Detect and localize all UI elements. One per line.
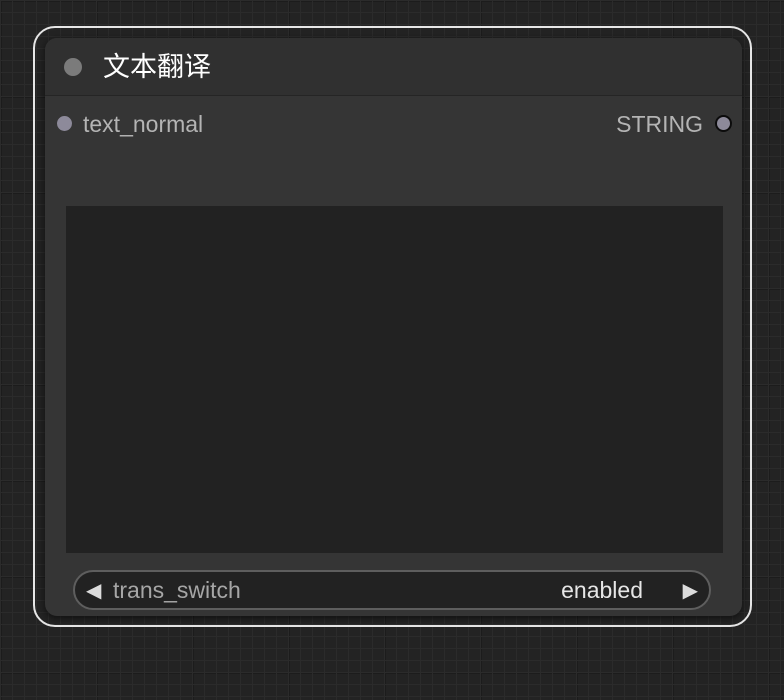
node-title: 文本翻译 [103, 52, 211, 82]
combo-next-arrow-icon[interactable]: ▶ [683, 579, 698, 603]
combo-previous-arrow-icon[interactable]: ◀ [86, 579, 101, 603]
output-slot-label: STRING [616, 111, 703, 137]
combo-label: trans_switch [113, 577, 241, 603]
combo-value[interactable]: enabled [561, 577, 643, 603]
input-slot-label: text_normal [83, 111, 204, 137]
text-input-area[interactable] [66, 206, 723, 553]
input-slot-icon[interactable] [57, 116, 72, 131]
collapse-toggle-icon[interactable] [64, 58, 82, 76]
trans-switch-combo[interactable]: ◀ trans_switch enabled ▶ [73, 570, 711, 610]
output-slot-icon[interactable] [715, 115, 732, 132]
slot-row: text_normal STRING [45, 108, 742, 140]
node-header[interactable]: 文本翻译 [45, 38, 742, 96]
text-translate-node[interactable]: 文本翻译 text_normal STRING ◀ trans_switch e… [45, 38, 742, 616]
